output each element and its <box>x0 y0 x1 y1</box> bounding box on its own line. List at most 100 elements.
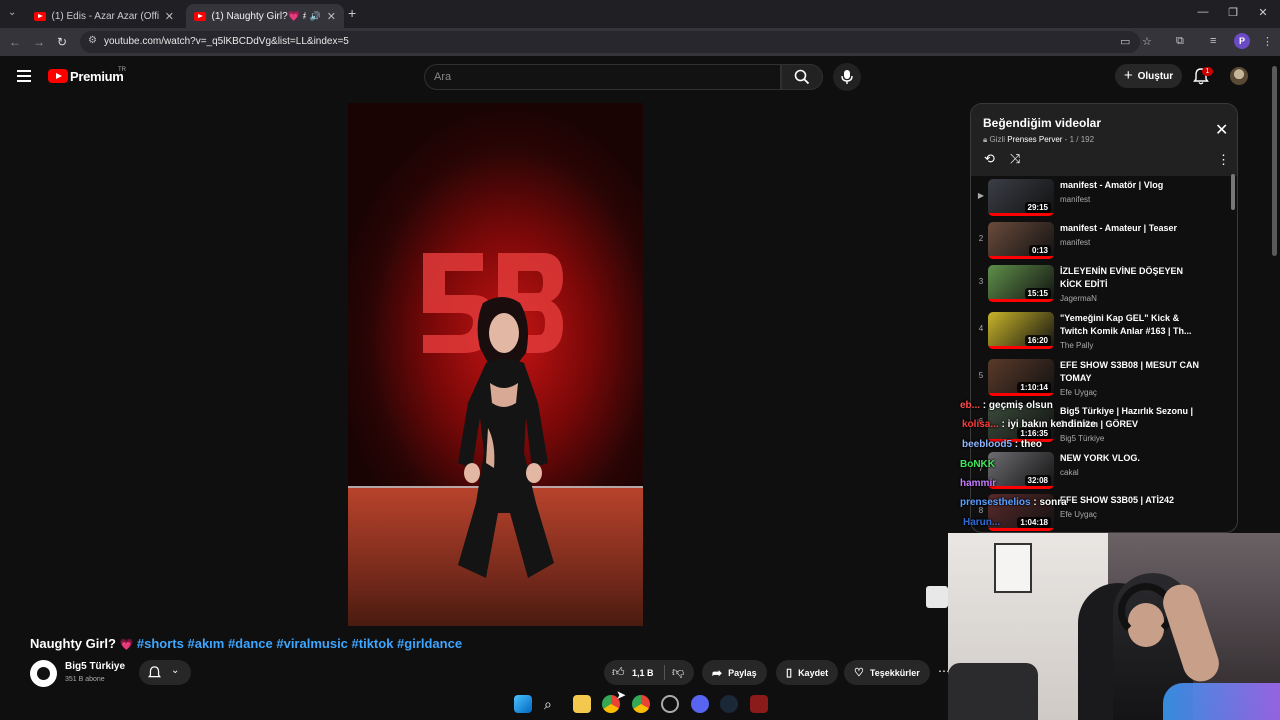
channel-name[interactable]: Big5 Türkiye <box>65 661 125 672</box>
save-button[interactable]: ▯ Kaydet <box>776 660 839 685</box>
playlist-item[interactable]: 5 1:10:14 EFE SHOW S3B08 | MESUT CAN TOMAY… <box>971 356 1231 400</box>
playlist-meta: 🔒︎ Gizli Prenses Perver - 1 / 192 <box>983 135 1094 145</box>
loop-icon[interactable]: ⟲ <box>984 151 995 167</box>
playlist-item-index: 2 <box>978 234 984 243</box>
playlist-owner[interactable]: Prenses Perver <box>1007 135 1062 144</box>
playlist-item-channel[interactable]: Efe Uygaç <box>1060 388 1097 397</box>
chat-username: BoNKK <box>960 459 995 470</box>
video-player[interactable] <box>348 103 643 626</box>
tab-title: (1) Edis - Azar Azar (Official Vid <box>51 10 159 22</box>
forward-icon[interactable]: → <box>33 35 45 49</box>
speaker-icon[interactable]: 🔊 <box>310 11 321 22</box>
playlist-item[interactable]: 7 32:08 NEW YORK VLOG. cakal <box>971 449 1231 493</box>
subscription-bell-button[interactable]: ⌄ <box>139 660 191 685</box>
hamburger-menu-icon[interactable] <box>17 70 31 85</box>
lock-icon: 🔒︎ <box>983 135 988 144</box>
close-window-icon[interactable]: ✕ <box>1256 6 1270 19</box>
bell-icon <box>148 666 161 678</box>
menu-dots-icon[interactable]: ⋮ <box>1262 35 1273 48</box>
voice-search-button[interactable] <box>833 63 861 91</box>
site-info-icon[interactable]: ⚙ <box>88 35 97 46</box>
share-button[interactable]: ➦ Paylaş <box>702 660 767 685</box>
playlist-item-title[interactable]: manifest - Amatör | Vlog <box>1060 179 1200 192</box>
discord-icon[interactable] <box>691 695 709 713</box>
shuffle-icon[interactable]: ⤨ <box>1010 151 1020 167</box>
playlist-item-title[interactable]: NEW YORK VLOG. <box>1060 452 1200 465</box>
playlist-item-channel[interactable]: manifest <box>1060 238 1090 247</box>
browser-profile-avatar[interactable]: P <box>1234 33 1250 49</box>
playlist-item[interactable]: 3 15:15 İZLEYENİN EVİNE DÖŞEYEN KİCK EDİTİ… <box>971 262 1231 306</box>
video-duration: 0:13 <box>1028 245 1051 256</box>
browser-tab-1[interactable]: (1) Edis - Azar Azar (Official Vid ✕ <box>26 4 182 28</box>
playlist-thumbnail[interactable]: 29:15 <box>988 179 1054 216</box>
omnibox[interactable]: ⚙ youtube.com/watch?v=_q5lKBCDdVg&list=L… <box>80 31 1140 53</box>
like-icon[interactable]: 👍︎ <box>612 665 625 680</box>
search-input[interactable] <box>425 65 780 89</box>
brand-name[interactable]: Premium <box>70 69 124 84</box>
playlist-item-channel[interactable]: Efe Uygaç <box>1060 510 1097 519</box>
playlist-item-channel[interactable]: The Pally <box>1060 341 1093 350</box>
browser-tab-2[interactable]: (1) Naughty Girl?💗 #shorts 🔊 ✕ <box>186 4 344 28</box>
chat-message: BoNKK <box>960 459 995 470</box>
playlist-thumbnail[interactable]: 16:20 <box>988 312 1054 349</box>
youtube-logo-icon[interactable] <box>48 69 68 83</box>
playlist-item-title[interactable]: EFE SHOW S3B05 | ATİ242 <box>1060 494 1200 507</box>
mouse-cursor-icon: ➤ <box>616 688 627 702</box>
extensions-icon[interactable]: ⧉ <box>1176 35 1184 48</box>
more-options-icon[interactable]: ⋮ <box>1217 152 1230 168</box>
chrome-profile-icon[interactable] <box>632 695 650 713</box>
steam-icon[interactable] <box>720 695 738 713</box>
taskbar-search-icon[interactable]: ⌕ <box>544 696 552 713</box>
cast-icon[interactable]: ▭ <box>1120 35 1130 48</box>
video-hashtags[interactable]: #shorts #akım #dance #viralmusic #tiktok… <box>137 636 462 651</box>
bookmark-star-icon[interactable]: ☆ <box>1142 35 1152 48</box>
playlist-item[interactable]: 4 16:20 "Yemeğini Kap GEL" Kick & Twitch K… <box>971 309 1231 353</box>
chat-message: kolisa... : iyi bakın kendinize <box>962 419 1096 430</box>
playlist-thumbnail[interactable]: 32:08 <box>988 452 1054 489</box>
playlist-item[interactable]: ▶ 29:15 manifest - Amatör | Vlog manifest <box>971 176 1231 220</box>
playlist-thumbnail[interactable]: 1:10:14 <box>988 359 1054 396</box>
account-avatar[interactable] <box>1230 67 1248 85</box>
tab-title: (1) Naughty Girl?💗 #shorts <box>211 10 306 22</box>
create-button[interactable]: + Oluştur <box>1115 64 1182 88</box>
playlist-scrollbar[interactable] <box>1231 174 1235 210</box>
windows-start-icon[interactable] <box>514 695 532 713</box>
close-icon[interactable]: ✕ <box>1215 120 1228 140</box>
watch-progress <box>988 299 1054 302</box>
obs-icon[interactable] <box>750 695 768 713</box>
notification-badge: 1 <box>1202 67 1213 76</box>
playlist-thumbnail[interactable]: 15:15 <box>988 265 1054 302</box>
new-tab-icon[interactable]: + <box>348 5 356 21</box>
app-icon[interactable] <box>661 695 679 713</box>
playlist-thumbnail[interactable]: 0:13 <box>988 222 1054 259</box>
playlist-item-title[interactable]: manifest - Amateur | Teaser <box>1060 222 1200 235</box>
page-scrollbar[interactable] <box>1272 66 1277 256</box>
playlist-item-title[interactable]: "Yemeğini Kap GEL" Kick & Twitch Komik A… <box>1060 312 1200 338</box>
minimize-icon[interactable]: — <box>1196 6 1210 18</box>
cat-poster <box>994 543 1032 593</box>
channel-avatar[interactable] <box>30 660 57 687</box>
playlist-item[interactable]: 2 0:13 manifest - Amateur | Teaser manifest <box>971 219 1231 263</box>
restore-icon[interactable]: ❐ <box>1226 6 1240 19</box>
playlist-item-title[interactable]: EFE SHOW S3B08 | MESUT CAN TOMAY <box>1060 359 1200 385</box>
reload-icon[interactable]: ↻ <box>57 35 67 49</box>
dancer-figure <box>458 297 554 578</box>
playlist-panel: Beğendiğim videolar 🔒︎ Gizli Prenses Per… <box>970 103 1238 533</box>
back-icon[interactable]: ← <box>9 35 21 49</box>
playlist-title[interactable]: Beğendiğim videolar <box>983 116 1101 130</box>
playlist-item-channel[interactable]: Big5 Türkiye <box>1060 434 1104 443</box>
playlist-item-channel[interactable]: JagermaN <box>1060 294 1097 303</box>
thanks-button[interactable]: ♡ Teşekkürler <box>844 660 930 685</box>
close-tab-icon[interactable]: ✕ <box>327 10 336 23</box>
file-explorer-icon[interactable] <box>573 695 591 713</box>
close-tab-icon[interactable]: ✕ <box>165 10 174 23</box>
playlist-item-channel[interactable]: manifest <box>1060 195 1090 204</box>
playlist-item-title[interactable]: İZLEYENİN EVİNE DÖŞEYEN KİCK EDİTİ <box>1060 265 1200 291</box>
search-button[interactable] <box>781 64 823 90</box>
chat-text: theo <box>1020 439 1043 450</box>
playlist-item-index: 3 <box>978 277 984 286</box>
playlist-item-channel[interactable]: cakal <box>1060 468 1079 477</box>
reading-list-icon[interactable]: ≡ <box>1210 35 1216 47</box>
dislike-icon[interactable]: 👎︎ <box>672 665 684 680</box>
tab-list-chevron-icon[interactable]: ⌄ <box>8 7 16 18</box>
